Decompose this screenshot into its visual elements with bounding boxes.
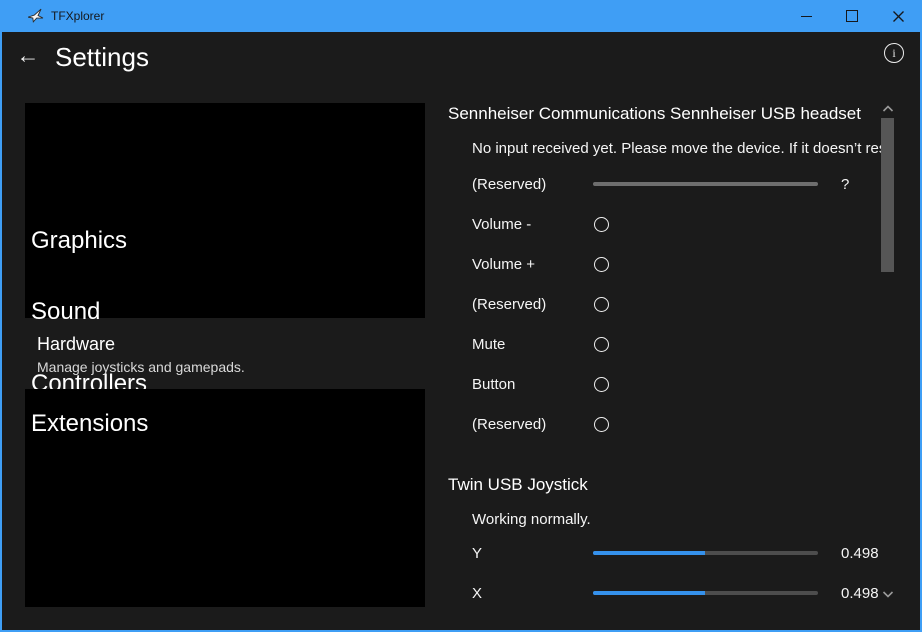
axis-slider[interactable] xyxy=(593,551,818,555)
control-label: Button xyxy=(472,376,587,393)
minimize-icon xyxy=(801,16,812,17)
axis-value: 0.498 xyxy=(841,585,881,602)
maximize-icon xyxy=(846,10,858,22)
device-name: Twin USB Joystick xyxy=(448,475,588,495)
app-title: TFXplorer xyxy=(51,0,104,32)
control-label: (Reserved) xyxy=(472,176,587,193)
sidebar-item-sound[interactable]: Sound xyxy=(31,298,100,326)
minimize-button[interactable] xyxy=(783,0,829,32)
control-label: (Reserved) xyxy=(472,416,587,433)
axis-value: ? xyxy=(841,176,881,193)
slider-fill xyxy=(593,551,705,555)
axis-slider[interactable] xyxy=(593,591,818,595)
axis-label: Y xyxy=(472,545,587,562)
control-label: Mute xyxy=(472,336,587,353)
page-title: Settings xyxy=(55,42,149,73)
app-window: TFXplorer ← Settings i Graphics Sound Co… xyxy=(0,0,922,632)
maximize-button[interactable] xyxy=(829,0,875,32)
titlebar: TFXplorer xyxy=(0,0,922,32)
control-label: (Reserved) xyxy=(472,296,587,313)
scroll-up-arrow[interactable] xyxy=(882,105,894,113)
slider-fill xyxy=(593,591,705,595)
axis-value: 0.498 xyxy=(841,545,881,562)
close-button[interactable] xyxy=(875,0,921,32)
button-state-indicator[interactable] xyxy=(594,417,609,432)
button-state-indicator[interactable] xyxy=(594,297,609,312)
nav-tile-main: Graphics Sound Controllers xyxy=(25,103,425,318)
control-label: Volume + xyxy=(472,256,587,273)
app-jet-icon xyxy=(27,7,45,25)
control-label: Volume - xyxy=(472,216,587,233)
device-status: Working normally. xyxy=(472,511,884,528)
axis-label: X xyxy=(472,585,587,602)
axis-slider[interactable] xyxy=(593,182,818,186)
device-name: Sennheiser Communications Sennheiser USB… xyxy=(448,104,861,124)
button-state-indicator[interactable] xyxy=(594,217,609,232)
close-icon xyxy=(893,11,904,22)
scrollbar-thumb[interactable] xyxy=(881,118,894,272)
button-state-indicator[interactable] xyxy=(594,337,609,352)
back-button[interactable]: ← xyxy=(10,38,46,72)
sidebar-item-graphics[interactable]: Graphics xyxy=(31,227,127,255)
hardware-description: Manage joysticks and gamepads. xyxy=(37,359,245,375)
scroll-down-arrow[interactable] xyxy=(882,590,894,598)
sidebar-item-extensions[interactable]: Extensions xyxy=(31,410,148,438)
info-icon: i xyxy=(892,46,895,61)
button-state-indicator[interactable] xyxy=(594,257,609,272)
hardware-title: Hardware xyxy=(37,334,115,355)
info-button[interactable]: i xyxy=(884,43,904,63)
sidebar-item-hardware[interactable]: Hardware Manage joysticks and gamepads. xyxy=(25,330,425,384)
device-status: No input received yet. Please move the d… xyxy=(472,140,884,157)
nav-tile-extensions: Extensions xyxy=(25,389,425,607)
button-state-indicator[interactable] xyxy=(594,377,609,392)
